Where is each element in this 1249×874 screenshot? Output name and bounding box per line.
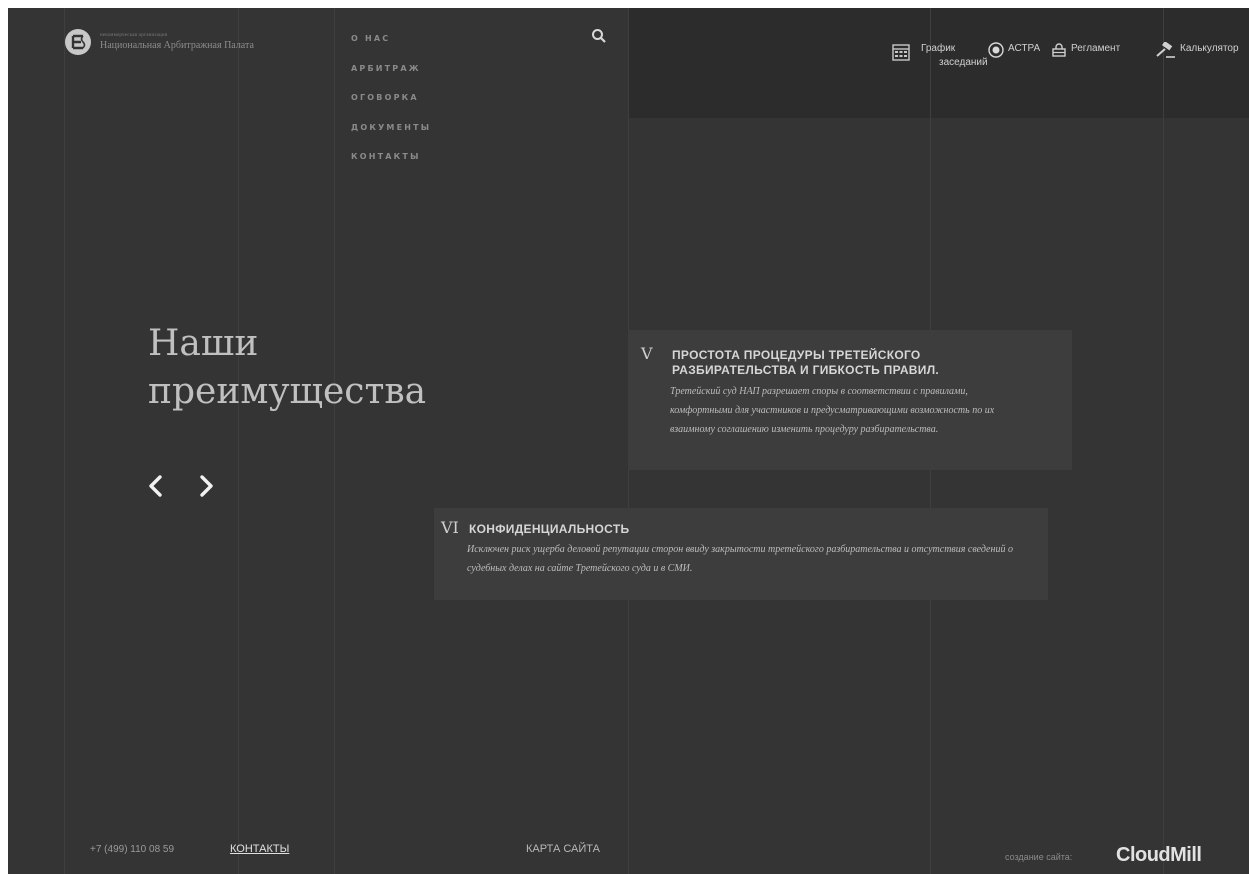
top-nav-calculator[interactable]: Калькулятор	[1154, 42, 1239, 58]
nav-item-clause[interactable]: ОГОВОРКА	[351, 93, 431, 123]
calculator-label: Калькулятор	[1180, 43, 1239, 54]
logo-mark-icon	[65, 29, 91, 55]
schedule-label-line2: заседаний	[939, 57, 988, 68]
footer-contacts-link[interactable]: КОНТАКТЫ	[230, 843, 289, 855]
advantage-text: Третейский суд НАП разрешает споры в соо…	[670, 386, 995, 435]
nav-item-contacts[interactable]: КОНТАКТЫ	[351, 152, 431, 182]
advantage-title: ПРОСТОТА ПРОЦЕДУРЫ ТРЕТЕЙСКОГО РАЗБИРАТЕ…	[672, 348, 940, 377]
advantage-title: КОНФИДЕНЦИАЛЬНОСТЬ	[469, 522, 630, 536]
logo-name: Национальная Арбитражная Палата	[100, 40, 254, 51]
advantage-number: VI	[441, 518, 459, 537]
gavel-icon	[1156, 42, 1175, 58]
grid-line	[238, 8, 239, 874]
advantage-card: VI КОНФИДЕНЦИАЛЬНОСТЬ Исключен риск ущер…	[434, 508, 1048, 600]
advantage-number: V	[641, 344, 653, 363]
top-nav-reglament[interactable]: Регламент	[1051, 42, 1120, 58]
reglament-icon	[1052, 43, 1066, 57]
site-logo[interactable]: некоммерческая организация Национальная …	[64, 28, 254, 56]
footer-phone: +7 (499) 110 08 59	[90, 844, 175, 855]
top-nav-astra[interactable]: АСТРА	[988, 42, 1040, 58]
chevron-right-icon[interactable]	[196, 474, 216, 498]
cloudmill-logo[interactable]: CloudMill	[1116, 844, 1202, 867]
reglament-label: Регламент	[1071, 43, 1121, 54]
astra-label: АСТРА	[1008, 43, 1041, 54]
chevron-left-icon[interactable]	[146, 474, 166, 498]
search-icon[interactable]	[591, 28, 607, 44]
astra-icon	[988, 42, 1004, 58]
page: некоммерческая организация Национальная …	[8, 8, 1249, 874]
nav-item-arbitration[interactable]: АРБИТРАЖ	[351, 64, 431, 94]
nav-item-documents[interactable]: ДОКУМЕНТЫ	[351, 123, 431, 153]
main-nav: О НАС АРБИТРАЖ ОГОВОРКА ДОКУМЕНТЫ КОНТАК…	[351, 34, 431, 182]
grid-line	[334, 8, 335, 874]
grid-line	[64, 8, 65, 874]
advantage-card: V ПРОСТОТА ПРОЦЕДУРЫ ТРЕТЕЙСКОГО РАЗБИРА…	[628, 330, 1072, 470]
nav-item-about[interactable]: О НАС	[351, 34, 431, 64]
logo-subtitle: некоммерческая организация	[100, 33, 168, 38]
calendar-icon	[892, 44, 910, 61]
grid-line	[1163, 8, 1164, 874]
schedule-label: График	[921, 43, 956, 54]
footer-sitemap-link[interactable]: КАРТА САЙТА	[526, 843, 600, 855]
footer-made-by: создание сайта:	[1005, 852, 1073, 862]
advantage-text: Исключен риск ущерба деловой репутации с…	[467, 544, 1013, 574]
top-nav-schedule[interactable]: График заседаний	[891, 42, 988, 70]
page-title: Наши преимущества	[148, 323, 427, 412]
